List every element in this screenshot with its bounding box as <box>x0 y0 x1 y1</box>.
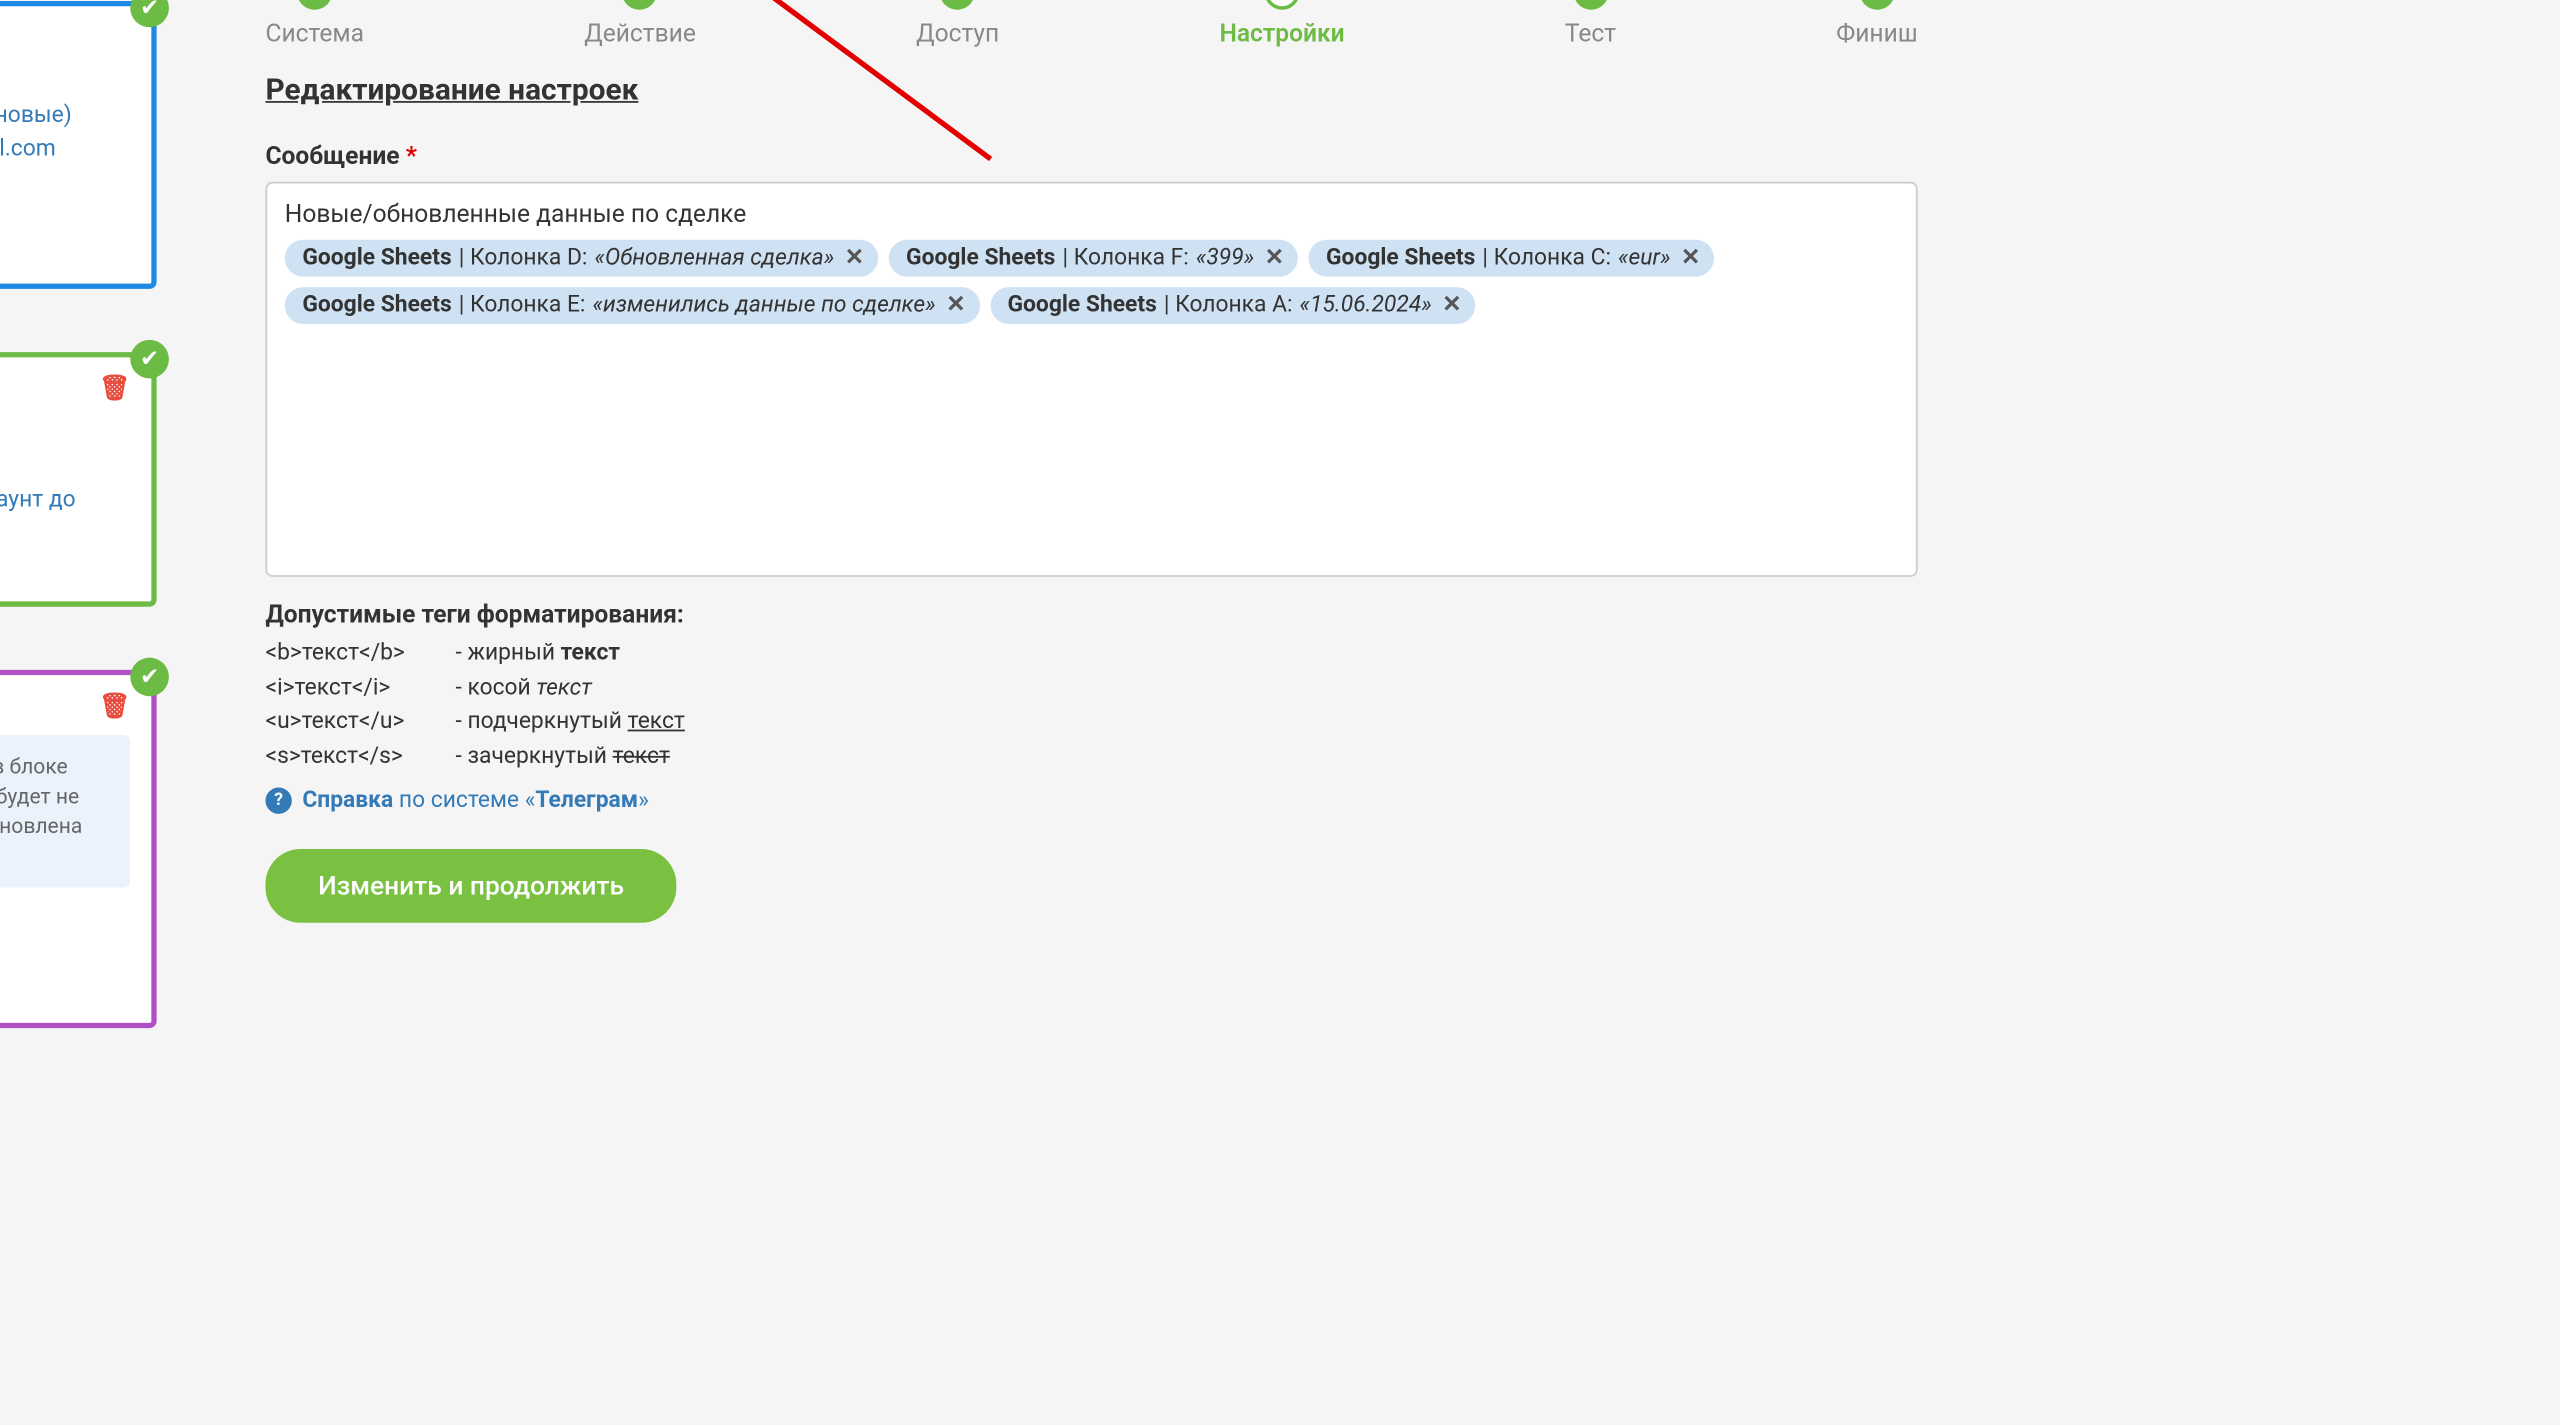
chip-remove-icon[interactable]: ✕ <box>1442 292 1461 318</box>
step-Тест[interactable]: ✔Тест <box>1565 0 1616 48</box>
step-dot <box>1264 0 1299 10</box>
check-icon: ✔ <box>130 340 169 379</box>
block-row: Тестпроверить <box>0 972 130 1005</box>
step-Система[interactable]: ✔Система <box>265 0 364 48</box>
chip-remove-icon[interactable]: ✕ <box>946 292 965 318</box>
block-row: Доступmaverickandrii@gmail.com <box>0 133 130 166</box>
tag-row: <b>текст</b> - жирный текст <box>265 637 1917 671</box>
step-Финиш[interactable]: ✔Финиш <box>1836 0 1917 48</box>
message-text: Новые/обновленные данные по сделке <box>285 201 1899 229</box>
block-row: Тестпроверить <box>0 551 130 584</box>
block-row-link[interactable]: Загрузить СТРОКИ (новые) <box>0 103 72 129</box>
tag-row: <u>текст</u> - подчеркнутый текст <box>265 705 1917 739</box>
step-Действие[interactable]: ✔Действие <box>584 0 696 48</box>
chip-remove-icon[interactable]: ✕ <box>1265 245 1284 271</box>
variable-chip[interactable]: Google Sheets | Колонка C: «eur» ✕ <box>1308 240 1714 277</box>
check-icon: ✔ <box>130 658 169 697</box>
question-icon: ? <box>265 788 291 814</box>
message-label: Сообщение * <box>265 143 1917 171</box>
variable-chip[interactable]: Google Sheets | Колонка F: «399» ✕ <box>889 240 1298 277</box>
block-row-link[interactable]: изменить настройки <box>0 170 1 196</box>
message-box[interactable]: Новые/обновленные данные по сделке Googl… <box>265 182 1917 577</box>
block-row: СистемаActiveCampaign <box>0 417 130 450</box>
chip-remove-icon[interactable]: ✕ <box>1681 245 1700 271</box>
step-dot: ✔ <box>940 0 975 10</box>
block-row: СистемаGoogle Sheets <box>0 66 130 99</box>
block-row: Настройкиизменить настройки <box>0 939 130 972</box>
connection-blocks-column: GOOGLE SHEETS -> (activecampaign, logic,… <box>0 0 157 1091</box>
block-row-link[interactable]: maverickandrii@gmail.com <box>0 136 56 162</box>
block-row: ДоступActiveCampaign (аккаунт до <box>0 484 130 517</box>
page-subtitle: Редактирование настроек <box>265 73 1917 108</box>
block-row: ДействиеОбновить СДЕЛКУ <box>0 450 130 483</box>
step-dot: ✔ <box>1859 0 1894 10</box>
block-logic: ✔ 3ЛОГИКА ЕСЛИ/ТО🗑 Данное условие сработ… <box>0 670 157 1029</box>
variable-chip[interactable]: Google Sheets | Колонка E: «изменились д… <box>285 287 980 324</box>
tag-row: <i>текст</i> - косой текст <box>265 671 1917 705</box>
steps: ✔Система ✔Действие ✔Доступ Настройки ✔Тест ✔Ф… <box>265 0 1917 48</box>
block-row: Настройкиизменить настройки <box>0 517 130 550</box>
chip-remove-icon[interactable]: ✕ <box>845 245 864 271</box>
main-settings-panel: ✔Система ✔Действие ✔Доступ Настройки ✔Тест ✔Ф… <box>157 0 2009 1091</box>
variable-chip[interactable]: Google Sheets | Колонка D: «Обновленная … <box>285 240 878 277</box>
help-link[interactable]: ? Справка по системе «Телеграм» <box>265 788 1917 814</box>
block-source: ✔ 1ИСТОЧНИК ДАННЫХ СистемаGoogle SheetsД… <box>0 1 157 289</box>
variable-chip[interactable]: Google Sheets | Колонка A: «15.06.2024» … <box>990 287 1476 324</box>
block-row-link[interactable]: изменить настройки <box>0 942 1 968</box>
step-dot: ✔ <box>1573 0 1608 10</box>
block-destination: ✔ 2ПРИЕМ ДАННЫХ🗑 СистемаActiveCampaignДе… <box>0 352 157 607</box>
submit-button[interactable]: Изменить и продолжить <box>265 849 676 923</box>
step-dot: ✔ <box>622 0 657 10</box>
block-row: ДействиеЗагрузить СТРОКИ (новые) <box>0 99 130 132</box>
step-Настройки[interactable]: Настройки <box>1219 0 1344 48</box>
step-Доступ[interactable]: ✔Доступ <box>916 0 999 48</box>
delete-icon[interactable]: 🗑 <box>99 375 130 403</box>
tag-row: <s>текст</s> - зачеркнутый текст <box>265 739 1917 773</box>
step-dot: ✔ <box>297 0 332 10</box>
block-row: Настройкиизменить настройки <box>0 166 130 199</box>
block-row-link[interactable]: изменить настройки <box>0 521 1 547</box>
block-row-link[interactable]: ActiveCampaign (аккаунт до <box>0 487 76 513</box>
logic-info: Данное условие сработает, если в блоке П… <box>0 735 130 888</box>
delete-icon[interactable]: 🗑 <box>99 693 130 721</box>
block-row: Фильтризменить фильтр <box>0 199 130 232</box>
block-row: ДействиеЕсли <box>0 906 130 939</box>
block-row: Тестпроверить <box>0 233 130 266</box>
tags-heading: Допустимые теги форматирования: <box>265 601 1917 629</box>
